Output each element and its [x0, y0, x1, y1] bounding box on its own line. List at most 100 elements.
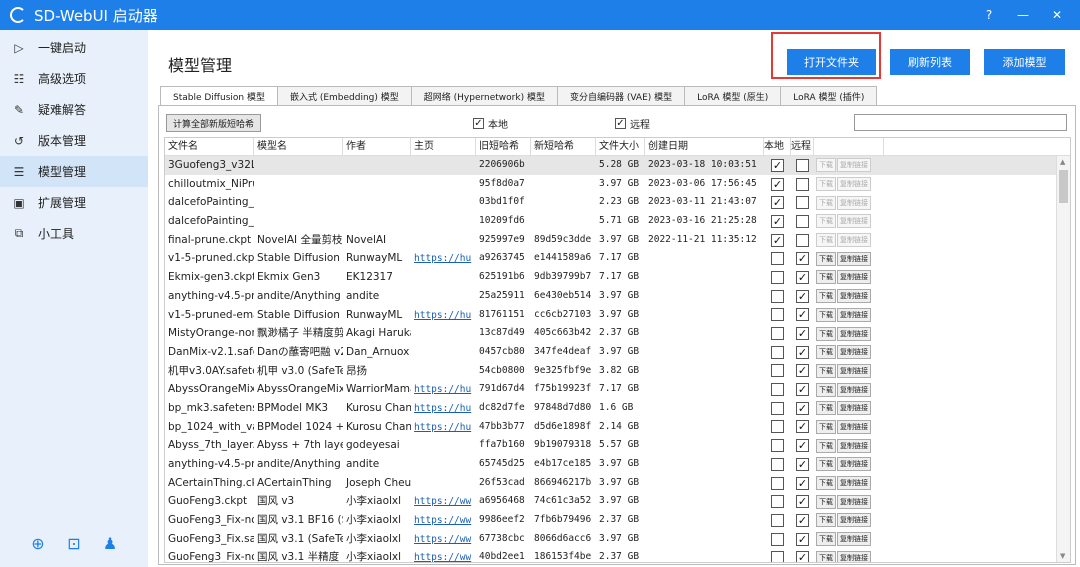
remote-checkbox[interactable]: ✓ [796, 457, 809, 471]
column-header[interactable]: 作者 [343, 138, 411, 155]
remote-checkbox[interactable]: ✓ [615, 118, 626, 129]
remote-checkbox[interactable]: ✓ [796, 439, 809, 453]
local-checkbox[interactable] [771, 289, 784, 303]
copy-link-button[interactable]: 复制链接 [837, 307, 871, 322]
download-button[interactable]: 下载 [816, 270, 836, 285]
sidebar-item-6[interactable]: ⧉ 小工具 [0, 218, 148, 249]
download-button[interactable]: 下载 [816, 195, 836, 210]
copy-link-button[interactable]: 复制链接 [837, 419, 871, 434]
sidebar-item-2[interactable]: ✎ 疑难解答 [0, 94, 148, 125]
download-button[interactable]: 下载 [816, 345, 836, 360]
table-row[interactable]: v1-5-pruned-ema Stable Diffusion v RunwayM… [165, 306, 1070, 325]
local-checkbox[interactable]: ✓ [771, 214, 784, 228]
download-button[interactable]: 下载 [816, 550, 836, 562]
table-row[interactable]: final-prune.ckpt NovelAI 全量剪枝 NovelAI 92599… [165, 231, 1070, 250]
copy-link-button[interactable]: 复制链接 [837, 158, 871, 173]
copy-link-button[interactable]: 复制链接 [837, 177, 871, 192]
homepage-link[interactable]: https://hu [414, 422, 471, 433]
homepage-link[interactable]: https://ww [414, 515, 471, 526]
copy-link-button[interactable]: 复制链接 [837, 438, 871, 453]
table-row[interactable]: MistyOrange-non飘渺橘子 半精度剪枝Akagi Haruka 13c… [165, 324, 1070, 343]
homepage-link[interactable]: https://ww [414, 552, 471, 562]
remote-checkbox[interactable]: ✓ [796, 364, 809, 378]
copy-link-button[interactable]: 复制链接 [837, 195, 871, 210]
remote-checkbox[interactable]: ✓ [796, 289, 809, 303]
remote-checkbox[interactable] [796, 196, 809, 210]
table-row[interactable]: Abyss_7th_layer.clAbyss + 7th layergodey… [165, 436, 1070, 455]
table-row[interactable]: 3Guofeng3_v32Lig 2206906b 5.28 GB 2023-03-1… [165, 156, 1070, 175]
search-input[interactable] [854, 114, 1067, 131]
remote-checkbox[interactable]: ✓ [796, 420, 809, 434]
download-button[interactable]: 下载 [816, 158, 836, 173]
help-button[interactable]: ? [972, 8, 1006, 22]
qq-icon[interactable]: ♟ [101, 535, 119, 553]
close-button[interactable]: ✕ [1040, 8, 1074, 22]
local-checkbox[interactable]: ✓ [473, 118, 484, 129]
download-button[interactable]: 下载 [816, 363, 836, 378]
column-header[interactable]: 新短哈希 [531, 138, 596, 155]
remote-checkbox[interactable] [796, 177, 809, 191]
tab-0[interactable]: Stable Diffusion 模型 [160, 86, 278, 106]
remote-checkbox[interactable]: ✓ [796, 551, 809, 562]
copy-link-button[interactable]: 复制链接 [837, 214, 871, 229]
download-button[interactable]: 下载 [816, 438, 836, 453]
calc-hash-button[interactable]: 计算全部新版短哈希 [166, 114, 262, 132]
download-button[interactable]: 下载 [816, 494, 836, 509]
local-checkbox[interactable] [771, 420, 784, 434]
table-row[interactable]: bp_1024_with_vaeBPModel 1024 + VKurosu C… [165, 418, 1070, 437]
tab-1[interactable]: 嵌入式 (Embedding) 模型 [276, 86, 412, 105]
column-header[interactable]: 旧短哈希 [476, 138, 531, 155]
column-header[interactable]: 创建日期 [645, 138, 764, 155]
table-row[interactable]: chilloutmix_NiPrun 95f8d0a7 3.97 GB 2023-03… [165, 175, 1070, 194]
column-header[interactable]: 文件名 [165, 138, 254, 155]
homepage-link[interactable]: https://ww [414, 496, 471, 507]
remote-checkbox[interactable] [796, 233, 809, 247]
table-row[interactable]: DanMix-v2.1.safet Danの蘸寄吧融 v2. Dan_Arnuox 0… [165, 343, 1070, 362]
vertical-scrollbar[interactable]: ▲ ▼ [1056, 156, 1070, 562]
local-checkbox[interactable] [771, 532, 784, 546]
local-checkbox[interactable] [771, 364, 784, 378]
remote-checkbox[interactable]: ✓ [796, 383, 809, 397]
table-row[interactable]: ACertainThing.ckpACertainThing Joseph Che… [165, 474, 1070, 493]
table-row[interactable]: AbyssOrangeMix2 AbyssOrangeMix2 WarriorMam… [165, 380, 1070, 399]
local-checkbox[interactable] [771, 345, 784, 359]
remote-checkbox[interactable]: ✓ [796, 476, 809, 490]
column-header[interactable]: 远程 [791, 138, 814, 155]
homepage-link[interactable]: https://hu [414, 310, 471, 321]
remote-checkbox[interactable]: ✓ [796, 345, 809, 359]
copy-link-button[interactable]: 复制链接 [837, 476, 871, 491]
remote-checkbox[interactable] [796, 158, 809, 172]
copy-link-button[interactable]: 复制链接 [837, 289, 871, 304]
download-button[interactable]: 下载 [816, 177, 836, 192]
download-button[interactable]: 下载 [816, 532, 836, 547]
open-folder-button[interactable]: 打开文件夹 [787, 49, 876, 75]
copy-link-button[interactable]: 复制链接 [837, 326, 871, 341]
table-row[interactable]: anything-v4.5-pru andite/Anything v andite… [165, 455, 1070, 474]
scroll-down-icon[interactable]: ▼ [1060, 552, 1065, 560]
download-button[interactable]: 下载 [816, 513, 836, 528]
download-button[interactable]: 下载 [816, 214, 836, 229]
minimize-button[interactable]: — [1006, 8, 1040, 22]
local-checkbox[interactable] [771, 383, 784, 397]
scroll-thumb[interactable] [1059, 170, 1068, 203]
local-checkbox[interactable] [771, 327, 784, 341]
column-header[interactable]: 本地 [764, 138, 791, 155]
remote-checkbox[interactable]: ✓ [796, 495, 809, 509]
local-checkbox[interactable] [771, 308, 784, 322]
column-header[interactable]: 主页 [411, 138, 476, 155]
download-button[interactable]: 下载 [816, 289, 836, 304]
table-row[interactable]: 机甲v3.0AY.safeter机甲 v3.0 (SafeTen昂扬 54cb08… [165, 362, 1070, 381]
remote-checkbox[interactable] [796, 214, 809, 228]
copy-link-button[interactable]: 复制链接 [837, 457, 871, 472]
remote-checkbox[interactable]: ✓ [796, 270, 809, 284]
table-row[interactable]: anything-v4.5-pru andite/Anything v andite… [165, 287, 1070, 306]
bilibili-icon[interactable]: ⊡ [65, 535, 83, 553]
filter-remote[interactable]: ✓ 远程 [615, 116, 650, 131]
copy-link-button[interactable]: 复制链接 [837, 550, 871, 562]
tab-4[interactable]: LoRA 模型 (原生) [684, 86, 782, 105]
download-button[interactable]: 下载 [816, 326, 836, 341]
copy-link-button[interactable]: 复制链接 [837, 401, 871, 416]
download-button[interactable]: 下载 [816, 419, 836, 434]
download-button[interactable]: 下载 [816, 457, 836, 472]
table-row[interactable]: Ekmix-gen3.ckpt Ekmix Gen3 EK12317 625191b6… [165, 268, 1070, 287]
